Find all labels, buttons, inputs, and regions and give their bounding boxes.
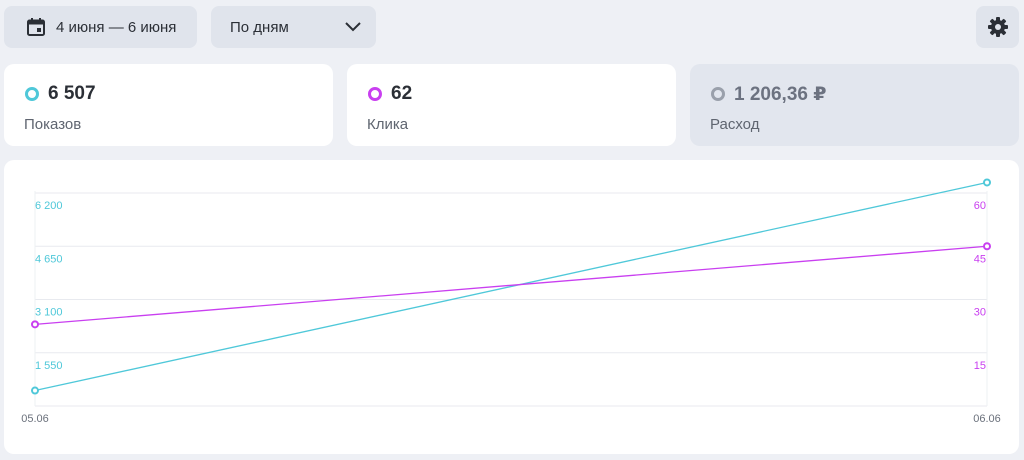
metric-value: 6 507 <box>48 83 96 104</box>
series-line <box>34 181 988 392</box>
y-left-tick-label: 6 200 <box>35 200 63 212</box>
y-left-tick-label: 3 100 <box>35 307 63 319</box>
series-marker-icon <box>368 87 382 101</box>
series-marker-icon <box>711 87 725 101</box>
y-left-tick-label: 1 550 <box>35 360 63 372</box>
metric-card-impressions[interactable]: 6 507 Показов <box>4 64 333 146</box>
calendar-icon <box>27 18 45 36</box>
metric-label: Расход <box>710 116 760 133</box>
toolbar: 4 июня — 6 июня По дням <box>0 0 1024 56</box>
y-right-tick-label: 30 <box>974 307 986 319</box>
grouping-select[interactable]: По дням <box>211 6 376 48</box>
metric-value: 62 <box>391 83 413 104</box>
y-right-tick-label: 60 <box>974 200 986 212</box>
data-point <box>983 242 991 251</box>
settings-button[interactable] <box>976 6 1019 48</box>
date-range-label: 4 июня — 6 июня <box>56 18 177 36</box>
y-right-tick-label: 45 <box>974 253 986 265</box>
date-range-button[interactable]: 4 июня — 6 июня <box>4 6 197 48</box>
y-left-tick-label: 4 650 <box>35 253 63 265</box>
metric-label: Клика <box>367 116 409 133</box>
y-right-tick-label: 15 <box>974 360 986 372</box>
line-chart: 6 200 4 650 3 100 1 550 60 45 30 15 05.06 06.06 <box>21 178 1001 425</box>
data-point <box>983 178 991 187</box>
metric-card-cost[interactable]: 1 206,36 ₽ Расход <box>690 64 1019 146</box>
gear-icon <box>987 17 1008 37</box>
data-point <box>31 386 39 395</box>
metric-card-clicks[interactable]: 62 Клика <box>347 64 676 146</box>
x-tick-label: 06.06 <box>973 413 1001 425</box>
metric-label: Показов <box>24 116 82 133</box>
data-point <box>31 320 39 329</box>
grouping-label: По дням <box>230 18 289 36</box>
chevron-down-icon <box>345 22 361 32</box>
chart-panel: 6 200 4 650 3 100 1 550 60 45 30 15 05.06 06.06 <box>4 160 1019 454</box>
series-marker-icon <box>25 87 39 101</box>
metric-value: 1 206,36 ₽ <box>734 83 827 105</box>
x-tick-label: 05.06 <box>21 413 49 425</box>
series-line <box>34 245 988 325</box>
